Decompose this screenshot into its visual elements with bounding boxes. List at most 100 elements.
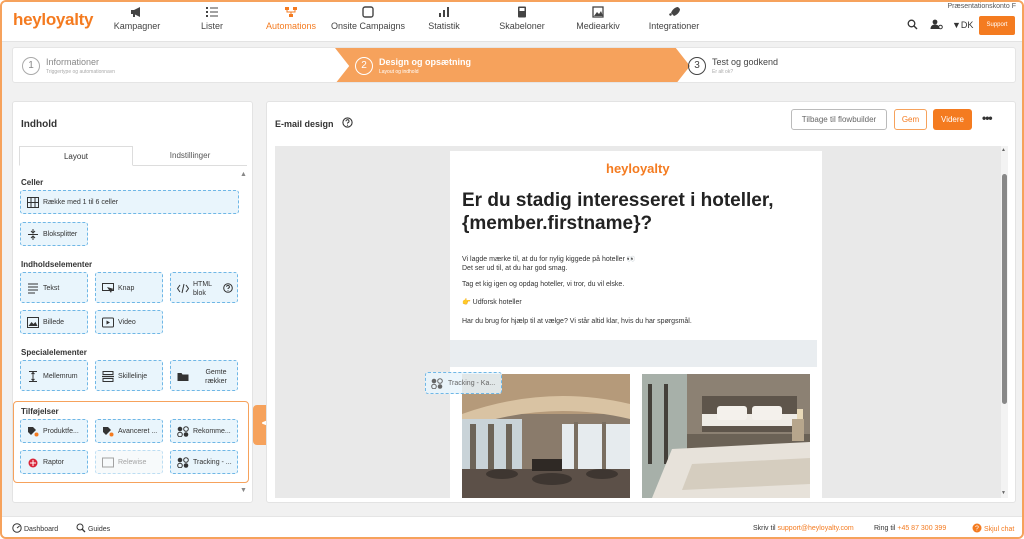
account-name[interactable]: Præsentationskonto F	[948, 3, 1016, 10]
nav-automations[interactable]: Automations	[260, 6, 322, 38]
phone-link[interactable]: +45 87 300 399	[897, 525, 946, 532]
tile-html[interactable]: HTML blok	[170, 272, 238, 303]
search-icon[interactable]	[907, 19, 918, 30]
splitter-icon	[28, 229, 38, 240]
footer-guides[interactable]: Guides	[76, 523, 110, 533]
rocket-icon	[669, 7, 680, 16]
tile-text[interactable]: Tekst	[20, 272, 88, 303]
panel-tabs: Layout Indstillinger	[19, 146, 247, 166]
nav-mediearkiv[interactable]: Mediearkiv	[573, 6, 623, 38]
language-selector[interactable]: ▼DK	[952, 20, 973, 30]
section-tilfojelser: Tilføjelser	[21, 407, 59, 416]
megaphone-icon	[131, 7, 140, 17]
automation-icon	[285, 7, 297, 17]
scroll-up-icon[interactable]: ▲	[240, 171, 247, 178]
tile-saved-rows[interactable]: Gemte rækker	[170, 360, 238, 391]
step-test[interactable]: 3 Test og godkend Er alt ok?	[688, 48, 1008, 82]
section-celler: Celler	[21, 178, 44, 187]
content-panel: Indhold Layout Indstillinger ▲ Celler Ræ…	[12, 101, 253, 503]
footer-dashboard[interactable]: Dashboard	[12, 523, 58, 533]
nav-onsite-campaigns[interactable]: Onsite Campaigns	[330, 6, 406, 38]
email-canvas[interactable]: heyloyalty Er du stadig interesseret i h…	[275, 146, 1008, 498]
tile-spacing[interactable]: Mellemrum	[20, 360, 88, 391]
tile-video[interactable]: Video	[95, 310, 163, 334]
dashboard-icon	[12, 523, 22, 533]
hide-chat-button[interactable]: ? Skjul chat	[972, 523, 1014, 533]
support-email-link[interactable]: support@heyloyalty.com	[778, 525, 854, 532]
heyloyalty-logo[interactable]: heyloyalty	[13, 10, 93, 30]
app-frame: heyloyalty Kampagner Lister Automations …	[0, 0, 1024, 539]
list-icon	[206, 7, 218, 17]
help-icon[interactable]	[223, 283, 233, 293]
dragging-tracking-tile[interactable]: Tracking - Ka...	[425, 372, 502, 394]
email-drop-zone[interactable]	[450, 340, 817, 367]
tab-layout[interactable]: Layout	[19, 146, 133, 166]
image-icon	[592, 6, 604, 18]
scrollbar-thumb[interactable]	[1002, 174, 1007, 404]
tab-indstillinger[interactable]: Indstillinger	[133, 146, 247, 166]
step-informationer[interactable]: 1 Informationer Triggertype og automatio…	[13, 48, 333, 82]
step-design[interactable]: 2 Design og opsætning Layout og indhold	[353, 48, 683, 82]
button-icon	[102, 283, 114, 293]
user-settings-icon[interactable]	[930, 19, 943, 30]
folder-icon	[177, 373, 189, 381]
spacing-icon	[29, 371, 37, 382]
svg-text:?: ?	[975, 526, 979, 533]
tile-divider[interactable]: Skillelinje	[95, 360, 163, 391]
save-button[interactable]: Gem	[894, 109, 927, 130]
section-specialelementer: Specialelementer	[21, 348, 87, 357]
tile-advanced[interactable]: Avanceret ...	[95, 419, 163, 443]
next-button[interactable]: Videre	[933, 109, 972, 130]
email-preview[interactable]: heyloyalty Er du stadig interesseret i h…	[450, 151, 822, 498]
code-icon	[177, 283, 189, 294]
nav-statistik[interactable]: Statistik	[420, 6, 468, 38]
help-icon: ?	[972, 523, 982, 533]
email-heading[interactable]: Er du stadig interesseret i hoteller, {m…	[462, 189, 812, 235]
bedroom-photo[interactable]	[642, 374, 810, 498]
nav-lister[interactable]: Lister	[190, 6, 234, 38]
scroll-down-icon[interactable]: ▼	[1001, 490, 1006, 496]
product-feed-icon	[28, 427, 39, 437]
footer-write-to: Skriv til support@heyloyalty.com	[753, 525, 854, 532]
more-options-icon[interactable]: •••	[982, 111, 993, 125]
recommendation-icon	[177, 426, 189, 437]
footer: Dashboard Guides Skriv til support@heylo…	[2, 516, 1022, 537]
template-icon	[518, 6, 526, 18]
progress-steps: 1 Informationer Triggertype og automatio…	[12, 47, 1016, 83]
email-design-panel: E-mail design Tilbage til flowbuilder Ge…	[266, 101, 1016, 503]
tile-product-feed[interactable]: Produktfe...	[20, 419, 88, 443]
email-link-explore[interactable]: 👉 Udforsk hoteller	[462, 298, 522, 307]
tracking-icon	[431, 378, 443, 389]
tile-image[interactable]: Billede	[20, 310, 88, 334]
canvas-scrollbar[interactable]: ▲ ▼	[1001, 146, 1008, 498]
tile-splitter[interactable]: Bloksplitter	[20, 222, 88, 246]
chart-icon	[439, 7, 449, 17]
tracking-icon	[177, 457, 189, 468]
back-to-flowbuilder-button[interactable]: Tilbage til flowbuilder	[791, 109, 887, 130]
nav-kampagner[interactable]: Kampagner	[110, 6, 164, 38]
scroll-down-icon[interactable]: ▼	[240, 487, 247, 494]
tile-raptor[interactable]: Raptor	[20, 450, 88, 474]
support-button[interactable]: Support	[979, 16, 1015, 35]
image-icon	[27, 317, 39, 328]
tile-button[interactable]: Knap	[95, 272, 163, 303]
grid-icon	[27, 197, 39, 208]
panel-title: Indhold	[21, 119, 58, 130]
help-icon[interactable]	[342, 117, 353, 128]
email-paragraph-3[interactable]: Har du brug for hjælp til at vælge? Vi s…	[462, 317, 692, 326]
tile-relewise[interactable]: Relewise	[95, 450, 163, 474]
email-paragraph-1[interactable]: Vi lagde mærke til, at du for nylig kigg…	[462, 255, 636, 273]
tile-recommendations[interactable]: Rekomme...	[170, 419, 238, 443]
email-design-title: E-mail design	[275, 119, 334, 129]
video-icon	[102, 317, 114, 328]
text-icon	[28, 283, 38, 294]
tile-row[interactable]: Række med 1 til 6 celler	[20, 190, 239, 214]
section-indholdselementer: Indholdselementer	[21, 260, 93, 269]
email-paragraph-2[interactable]: Tag et kig igen og opdag hoteller, vi tr…	[462, 280, 624, 289]
relewise-icon	[102, 457, 114, 468]
nav-skabeloner[interactable]: Skabeloner	[495, 6, 549, 38]
guides-icon	[76, 523, 86, 533]
tile-tracking[interactable]: Tracking - ...	[170, 450, 238, 474]
nav-integrationer[interactable]: Integrationer	[646, 6, 702, 38]
scroll-up-icon[interactable]: ▲	[1001, 147, 1006, 153]
